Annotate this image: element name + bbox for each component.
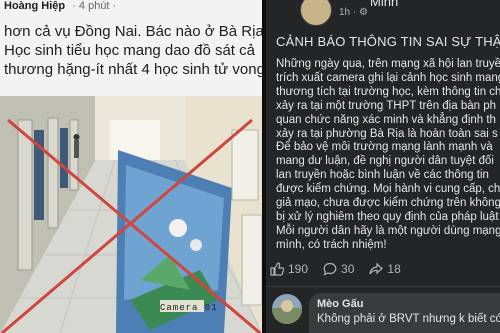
separator	[266, 286, 500, 287]
share-count: 18	[387, 262, 401, 276]
shared-post-screenshot: Hoàng Hiệp · 4 phút · hơn cả vụ Đồng Nai…	[0, 0, 262, 333]
post-header: Hoàng Hiệp · 4 phút · hơn cả vụ Đồng Nai…	[0, 0, 262, 96]
post-time[interactable]: 1h · ⚙	[339, 7, 368, 18]
commenter-avatar[interactable]	[272, 294, 302, 324]
camera-label: Camera 01	[160, 303, 218, 313]
like-button[interactable]: 190	[270, 262, 308, 276]
post-body-line: mang dư luận, đề nghị người dân tuyệt đố…	[276, 155, 494, 168]
post-title: CẢNH BÁO THÔNG TIN SAI SỰ THẬT	[276, 34, 500, 49]
post-body-line: Để bảo vệ môi trường mạng lành mạnh và	[276, 141, 493, 154]
post-text: hơn cả vụ Đồng Nai. Bác nào ở Bà Rịa Học…	[4, 22, 262, 79]
post-body-line: Những ngày qua, trên mạng xã hội lan tru…	[276, 58, 500, 70]
post-body-line: xảy ra tại phường Bà Rịa là hoàn toàn sa…	[276, 127, 498, 140]
share-icon	[369, 262, 384, 275]
author-name[interactable]: Minh	[370, 0, 398, 9]
commenter-name[interactable]: Mèo Gấu	[317, 298, 363, 310]
author-line: Hoàng Hiệp · 4 phút ·	[4, 0, 116, 12]
post-body-line: trích xuất camera ghi lại cảnh học sinh …	[276, 71, 500, 84]
post-body-line: giả mạo, chưa được kiểm chứng trên không	[276, 197, 500, 210]
avatar-figure	[281, 300, 293, 312]
comment-icon	[323, 262, 337, 276]
like-icon	[270, 262, 284, 276]
post-body-line: được kiểm chứng. Mọi hành vi cung cấp, c…	[276, 183, 500, 196]
post-text-line: thương hặng-ít nhất 4 học sinh tử vong.	[4, 61, 262, 78]
post-body-line: bị xử lý nghiêm theo quy định của pháp l…	[276, 210, 499, 223]
post-body: Những ngày qua, trên mạng xã hội lan tru…	[276, 58, 500, 253]
cctv-photo	[0, 96, 262, 333]
post-body-line: Mỗi người dân hãy là một người dùng mạng	[276, 224, 500, 237]
post-time: · 4 phút ·	[72, 0, 117, 12]
comment-count: 30	[341, 262, 355, 276]
comment-button[interactable]: 30	[323, 262, 354, 276]
reaction-bar: 190 30 18	[270, 262, 416, 276]
post-body-line: xảy ra tại một trường THPT trên địa bàn …	[276, 99, 496, 112]
comment-text: Không phải ở BRVT nhưng k biết có	[317, 313, 500, 325]
post-text-line: hơn cả vụ Đồng Nai. Bác nào ở Bà Rịa	[4, 23, 262, 40]
post-body-line: thương tích tại trường học, kèm thông ti…	[276, 85, 500, 98]
post-body-line: mình, có trách nhiệm!	[276, 238, 387, 251]
like-count: 190	[288, 262, 309, 276]
post-text-line: Học sinh tiểu học mang dao đồ sát cả	[4, 42, 255, 59]
share-button[interactable]: 18	[369, 262, 401, 276]
post-body-line: lan truyền hoặc bình luận về các thông t…	[276, 169, 489, 182]
post-author[interactable]: Hoàng Hiệp	[4, 0, 65, 12]
post-body-line: quan chức năng xác minh và khẳng định th	[276, 113, 496, 126]
